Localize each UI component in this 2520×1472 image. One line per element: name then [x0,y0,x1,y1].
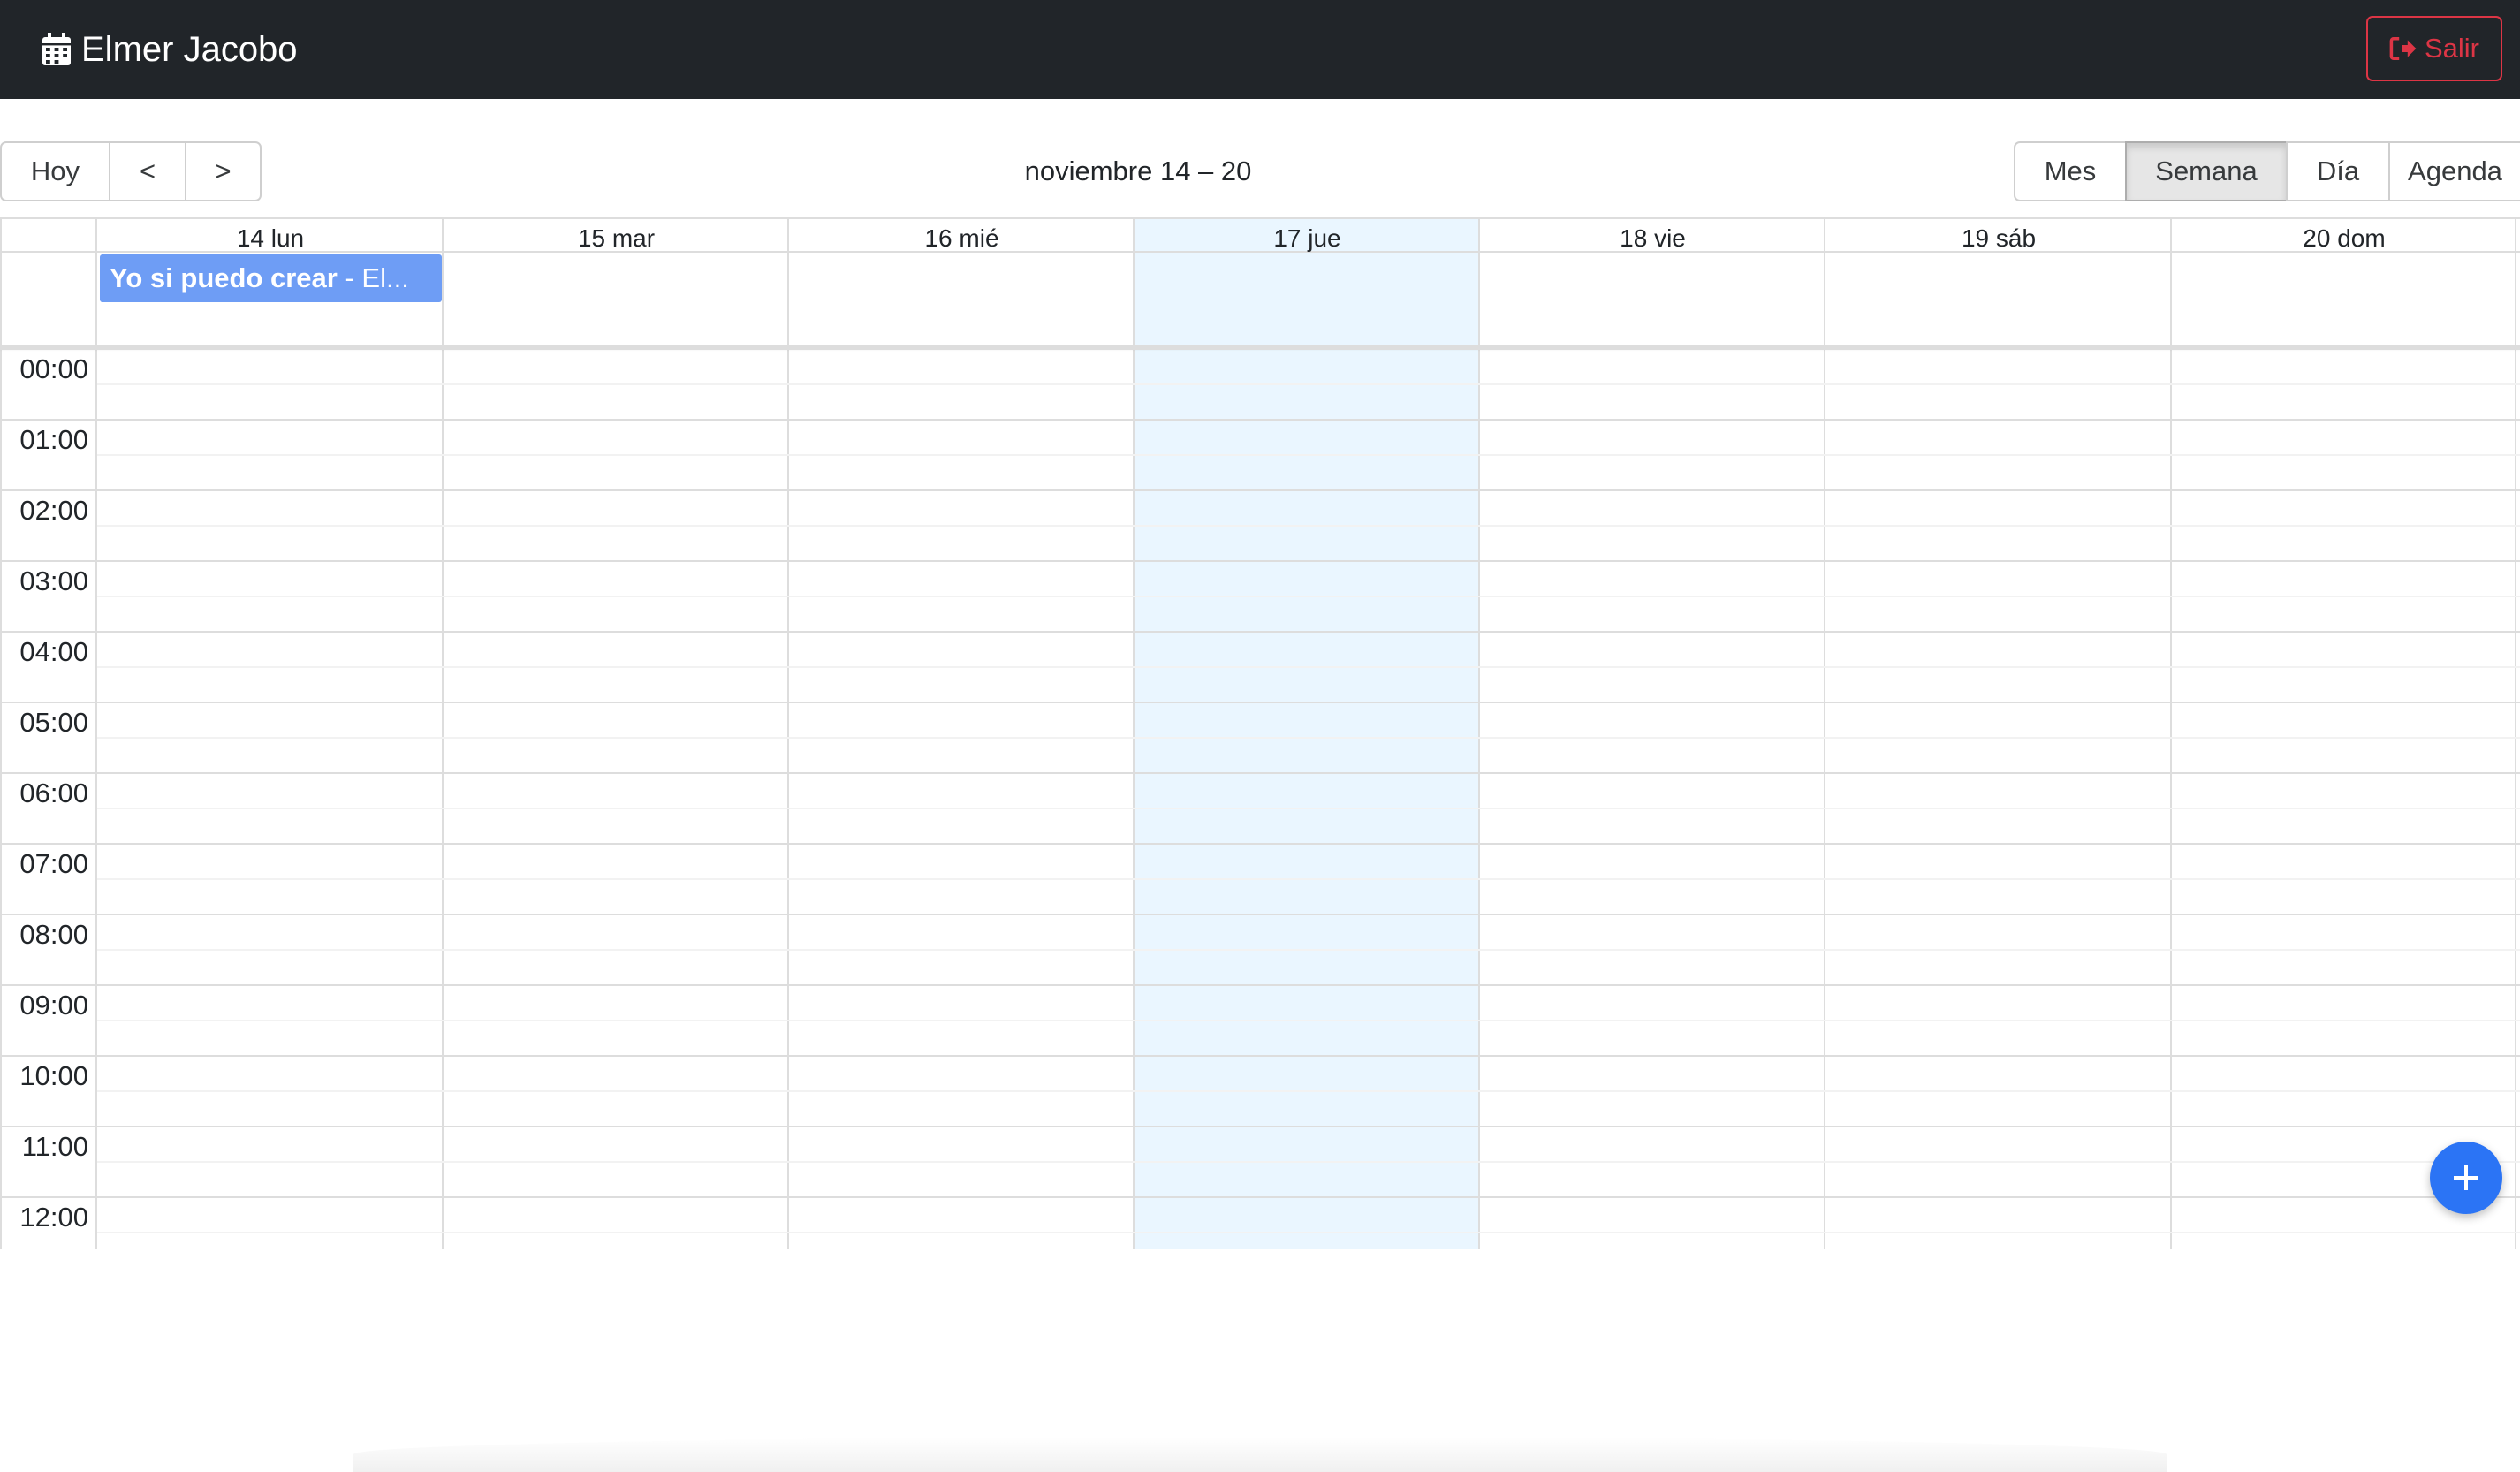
gutter-hour-line [0,419,97,421]
day-header[interactable]: 19 sáb [1825,219,2172,254]
half-hour-line [97,1232,2520,1233]
day-header-row: 14 lun 15 mar 16 mié 17 jue 18 vie 19 sá… [0,217,2520,253]
hour-line [97,702,2520,703]
brand: Elmer Jacobo [41,27,298,72]
hour-line [97,1126,2520,1127]
user-name: Elmer Jacobo [81,29,298,69]
hour-line [97,560,2520,562]
day-header-today[interactable]: 17 jue [1135,219,1480,254]
time-label: 05:00 [19,707,88,738]
scroll-shadow [353,1437,2167,1472]
hour-line [97,1196,2520,1198]
view-month-button[interactable]: Mes [2014,141,2127,201]
half-hour-line [97,596,2520,597]
day-header[interactable]: 14 lun [97,219,444,254]
time-label: 06:00 [19,778,88,808]
gutter-hour-line [0,631,97,633]
gutter-hour-line [0,1126,97,1127]
time-label: 09:00 [19,990,88,1021]
view-button-group: Mes Semana Día Agenda [2014,141,2520,201]
event-title: Yo si puedo crear [110,262,338,293]
gutter-hour-line [0,560,97,562]
previous-button[interactable]: < [109,141,186,201]
week-calendar: 14 lun 15 mar 16 mié 17 jue 18 vie 19 sá… [0,217,2520,1472]
navigation-button-group: Hoy < > [0,141,262,201]
time-label: 02:00 [19,495,88,526]
half-hour-line [97,737,2520,739]
time-label: 10:00 [19,1060,88,1091]
gutter-hour-line [0,984,97,986]
half-hour-line [97,383,2520,385]
navbar: Elmer Jacobo Salir [0,0,2520,99]
half-hour-line [97,454,2520,456]
half-hour-line [97,1161,2520,1163]
time-label: 11:00 [21,1131,88,1162]
calendar-icon [42,33,71,65]
hour-line [97,419,2520,421]
half-hour-line [97,808,2520,809]
day-header[interactable]: 16 mié [789,219,1135,254]
calendar-toolbar: Hoy < > noviembre 14 – 20 Mes Semana Día… [0,141,2520,201]
hour-line [97,914,2520,915]
time-label: 12:00 [19,1202,88,1233]
gutter-hour-line [0,702,97,703]
gutter-hour-line [0,1196,97,1198]
time-grid: 00:00 01:00 02:00 03:00 04:00 05:00 06:00 07:00… [0,348,2520,1249]
half-hour-line [97,1020,2520,1021]
hour-line [97,348,2520,350]
today-button[interactable]: Hoy [0,141,110,201]
half-hour-line [97,666,2520,668]
time-label: 01:00 [19,424,88,455]
view-day-button[interactable]: Día [2286,141,2390,201]
logout-label: Salir [2424,33,2479,64]
add-event-button[interactable] [2430,1142,2502,1214]
half-hour-line [97,525,2520,527]
gutter-hour-line [0,1055,97,1057]
next-button[interactable]: > [185,141,262,201]
time-label: 04:00 [19,636,88,667]
gutter-hour-line [0,772,97,774]
hour-line [97,631,2520,633]
half-hour-line [97,1090,2520,1092]
logout-button[interactable]: Salir [2366,16,2502,81]
gutter-hour-line [0,348,97,350]
gutter-hour-line [0,843,97,845]
view-agenda-button[interactable]: Agenda [2388,141,2520,201]
day-header[interactable]: 15 mar [444,219,789,254]
hour-line [97,984,2520,986]
hour-line [97,772,2520,774]
day-header[interactable]: 20 dom [2172,219,2516,254]
gutter-hour-line [0,914,97,915]
half-hour-line [97,949,2520,951]
event-user: - El... [345,262,409,293]
time-label: 03:00 [19,565,88,596]
date-range-label: noviembre 14 – 20 [1024,156,1252,186]
hour-line [97,1055,2520,1057]
gutter-hour-line [0,489,97,491]
time-label: 07:00 [19,848,88,879]
half-hour-line [97,878,2520,880]
time-label: 00:00 [19,353,88,384]
plus-icon [2454,1165,2478,1190]
calendar-event[interactable]: Yo si puedo crear - El... [100,254,442,302]
hour-line [97,489,2520,491]
time-label: 08:00 [19,919,88,950]
sign-out-icon [2389,37,2417,60]
day-header[interactable]: 18 vie [1480,219,1825,254]
view-week-button[interactable]: Semana [2125,141,2288,201]
hour-line [97,843,2520,845]
